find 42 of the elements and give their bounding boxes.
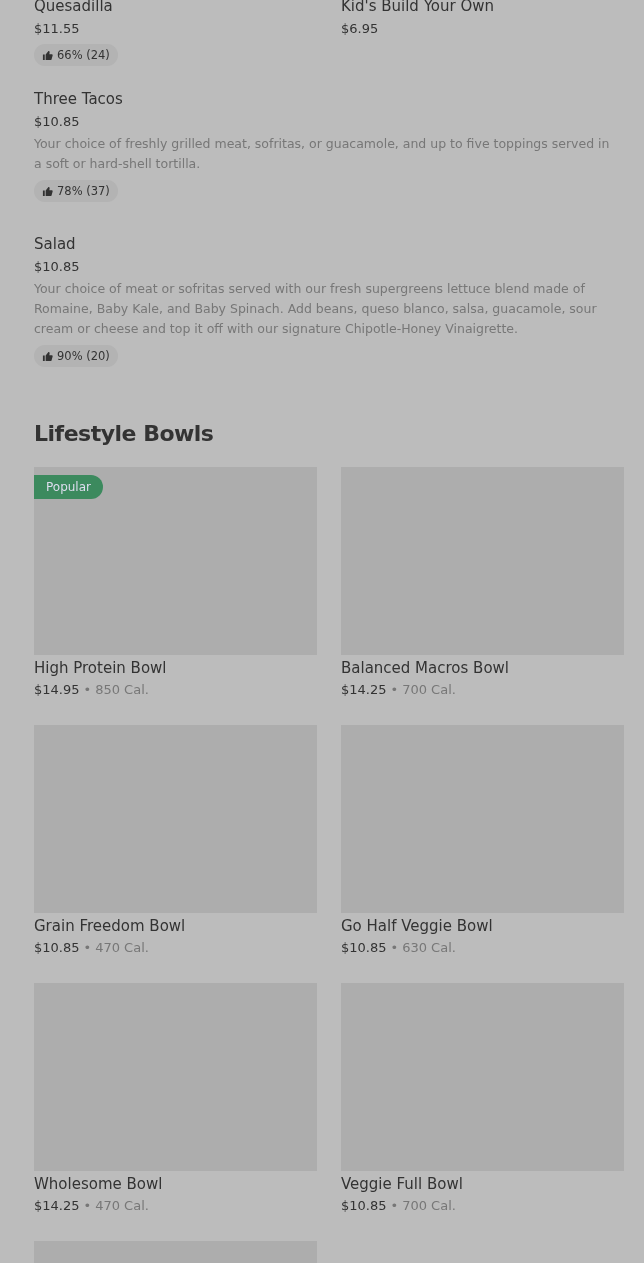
item-price: $10.85 <box>34 939 80 957</box>
item-price: $11.55 <box>34 20 81 38</box>
item-name: Three Tacos <box>34 89 124 109</box>
rating-text: 90% (20) <box>57 348 110 364</box>
item-price: $14.25 <box>34 1197 80 1215</box>
separator-dot: • <box>390 939 399 957</box>
item-name: Wholesome Bowl <box>34 1174 164 1194</box>
item-name: Veggie Full Bowl <box>341 1174 464 1194</box>
thumbs-up-icon <box>42 350 53 362</box>
item-price: $14.95 <box>34 681 80 699</box>
separator-dot: • <box>83 939 92 957</box>
rating-text: 78% (37) <box>57 183 110 199</box>
item-description: Your choice of meat or sofritas served with our fresh supergreens lettuce blend made of Romaine, Baby Kale, and Baby Spinach. Add beans, queso blanco, salsa, guacamole, sour cream or cheese and top it off with our signature Chipotle-Honey Vinaigrette. <box>34 280 598 338</box>
rating-text: 66% (24) <box>57 47 110 63</box>
item-name: Kid's Build Your Own <box>341 0 496 16</box>
section-title: Lifestyle Bowls <box>34 420 215 448</box>
item-price: $10.85 <box>34 113 81 131</box>
item-name: Salad <box>34 234 77 254</box>
separator-dot: • <box>390 1197 399 1215</box>
item-price: $6.95 <box>341 20 380 38</box>
item-price: $14.25 <box>341 681 387 699</box>
thumbs-up-icon <box>42 49 53 61</box>
calorie-count: 850 Cal. <box>95 681 149 699</box>
separator-dot: • <box>83 1197 92 1215</box>
calorie-count: 470 Cal. <box>95 939 149 957</box>
calorie-count: 700 Cal. <box>402 1197 456 1215</box>
item-name: Go Half Veggie Bowl <box>341 916 494 936</box>
item-name: High Protein Bowl <box>34 658 168 678</box>
popular-badge: Popular <box>34 475 103 499</box>
item-description: Your choice of freshly grilled meat, sofritas, or guacamole, and up to five toppings served in a soft or hard-shell tortilla. <box>34 135 611 173</box>
separator-dot: • <box>390 681 399 699</box>
item-price: $10.85 <box>341 939 387 957</box>
item-name: Balanced Macros Bowl <box>341 658 510 678</box>
calorie-count: 700 Cal. <box>402 681 456 699</box>
item-price: $10.85 <box>34 258 81 276</box>
separator-dot: • <box>83 681 92 699</box>
calorie-count: 470 Cal. <box>95 1197 149 1215</box>
item-name: Grain Freedom Bowl <box>34 916 187 936</box>
calorie-count: 630 Cal. <box>402 939 456 957</box>
item-price: $10.85 <box>341 1197 387 1215</box>
thumbs-up-icon <box>42 185 53 197</box>
item-name: Quesadilla <box>34 0 114 16</box>
